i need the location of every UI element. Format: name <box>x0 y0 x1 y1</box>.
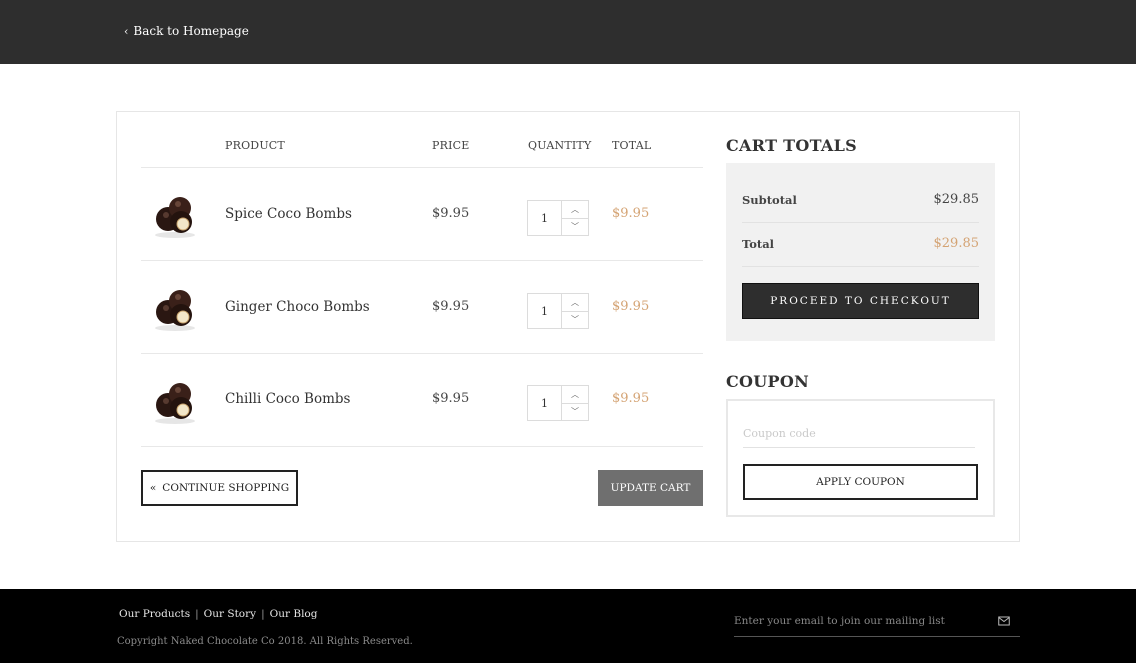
quantity-input[interactable] <box>528 294 562 328</box>
divider <box>742 266 979 267</box>
row-total: $9.95 <box>612 206 650 221</box>
product-price: $9.95 <box>432 206 470 221</box>
product-name[interactable]: Chilli Coco Bombs <box>225 391 350 407</box>
product-thumbnail <box>155 290 195 331</box>
subtotal-value: $29.85 <box>933 192 980 207</box>
copyright-text: Copyright Naked Chocolate Co 2018. All R… <box>117 636 413 647</box>
quantity-input[interactable] <box>528 201 562 235</box>
back-to-homepage-link[interactable]: ‹ Back to Homepage <box>124 24 249 38</box>
quantity-stepper: ︿ ﹀ <box>527 385 589 421</box>
chevron-down-icon[interactable]: ﹀ <box>562 402 588 421</box>
top-bar: ‹ Back to Homepage <box>0 0 1136 64</box>
product-price: $9.95 <box>432 299 470 314</box>
double-chevron-left-icon: « <box>149 482 157 494</box>
divider <box>141 353 703 354</box>
total-label: Total <box>742 237 775 251</box>
column-header-quantity: QUANTITY <box>528 139 592 152</box>
divider <box>742 222 979 223</box>
newsletter-email-input[interactable] <box>734 609 984 633</box>
product-price: $9.95 <box>432 391 470 406</box>
row-total: $9.95 <box>612 299 650 314</box>
product-thumbnail <box>155 383 195 424</box>
divider <box>141 167 703 168</box>
divider <box>141 260 703 261</box>
footer-link-our-products[interactable]: Our Products <box>119 608 190 620</box>
apply-coupon-button[interactable]: APPLY COUPON <box>743 464 978 500</box>
cart-totals-title: CART TOTALS <box>726 136 858 155</box>
product-thumbnail <box>155 197 195 238</box>
column-header-price: PRICE <box>432 139 470 152</box>
quantity-input[interactable] <box>528 386 562 420</box>
product-name[interactable]: Ginger Choco Bombs <box>225 299 370 315</box>
chevron-up-icon[interactable]: ︿ <box>562 294 588 311</box>
chevron-up-icon[interactable]: ︿ <box>562 201 588 218</box>
proceed-to-checkout-button[interactable]: PROCEED TO CHECKOUT <box>742 283 979 319</box>
link-separator: | <box>195 608 199 620</box>
quantity-stepper: ︿ ﹀ <box>527 200 589 236</box>
footer-link-our-blog[interactable]: Our Blog <box>270 608 318 620</box>
update-cart-button[interactable]: UPDATE CART <box>598 470 703 506</box>
chevron-down-icon[interactable]: ﹀ <box>562 217 588 236</box>
coupon-title: COUPON <box>726 372 810 391</box>
row-total: $9.95 <box>612 391 650 406</box>
footer-links: Our Products | Our Story | Our Blog <box>119 608 317 620</box>
continue-shopping-button[interactable]: « CONTINUE SHOPPING <box>141 470 298 506</box>
chevron-left-icon: ‹ <box>124 24 129 38</box>
mail-icon[interactable] <box>998 615 1010 627</box>
back-link-label: Back to Homepage <box>133 24 249 38</box>
column-header-product: PRODUCT <box>225 139 285 152</box>
link-separator: | <box>261 608 265 620</box>
chevron-up-icon[interactable]: ︿ <box>562 386 588 403</box>
footer-link-our-story[interactable]: Our Story <box>204 608 256 620</box>
column-header-total: TOTAL <box>612 139 652 152</box>
subtotal-label: Subtotal <box>742 193 797 207</box>
total-value: $29.85 <box>933 236 980 251</box>
newsletter-form <box>734 609 1020 637</box>
coupon-code-input[interactable] <box>743 420 975 448</box>
quantity-stepper: ︿ ﹀ <box>527 293 589 329</box>
chevron-down-icon[interactable]: ﹀ <box>562 310 588 329</box>
divider <box>141 446 703 447</box>
continue-shopping-label: CONTINUE SHOPPING <box>162 482 290 494</box>
product-name[interactable]: Spice Coco Bombs <box>225 206 352 222</box>
